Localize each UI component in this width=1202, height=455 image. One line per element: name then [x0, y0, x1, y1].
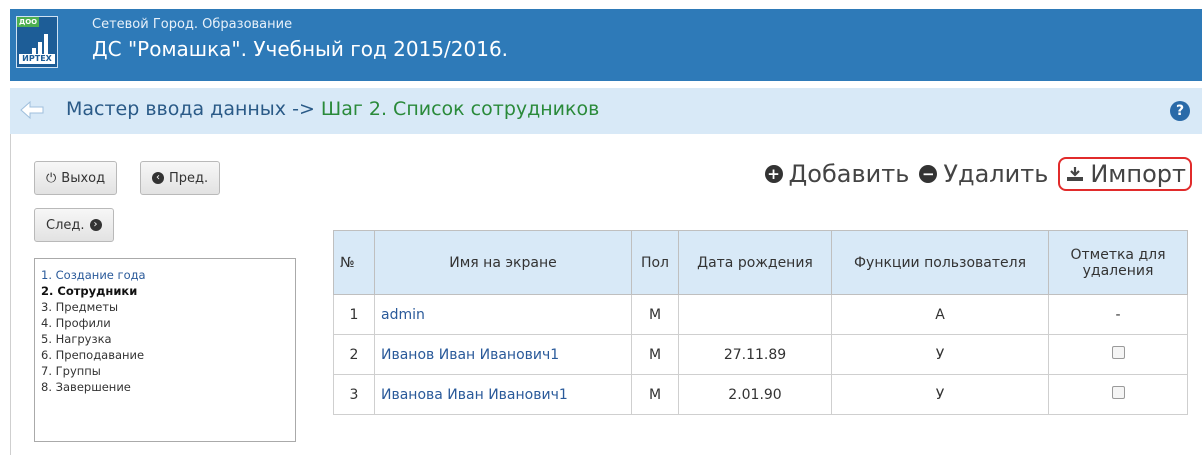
cell-dob [678, 294, 832, 335]
wizard-step: Шаг 2. Список сотрудников [320, 98, 600, 120]
page-title: ДС "Ромашка". Учебный год 2015/2016. [92, 37, 509, 61]
import-button-label: Импорт [1090, 160, 1186, 188]
cell-dob: 27.11.89 [678, 334, 832, 375]
import-button[interactable]: Импорт [1058, 157, 1192, 191]
cell-dob: 2.01.90 [678, 374, 832, 415]
back-arrow-icon[interactable] [20, 100, 44, 120]
cell-number: 2 [333, 334, 375, 375]
logo-brand: ИРТЕХ [19, 54, 55, 64]
table-header-row: № Имя на экране Пол Дата рождения Функци… [333, 230, 1188, 295]
bar-chart-icon [32, 34, 50, 54]
cell-role: А [831, 294, 1049, 335]
col-sex: Пол [631, 230, 679, 295]
cell-name-link[interactable]: Иванова Иван Иванович1 [374, 374, 632, 415]
help-icon[interactable]: ? [1170, 101, 1190, 121]
wizard-prefix: Мастер ввода данных -> [66, 98, 321, 120]
minus-circle-icon: − [919, 165, 938, 183]
cell-number: 3 [333, 374, 375, 415]
cell-sex: М [631, 374, 679, 415]
table-row: 2 Иванов Иван Иванович1 М 27.11.89 У [333, 334, 1188, 375]
next-button-label: След. [46, 217, 85, 233]
cell-delete-mark [1048, 374, 1188, 415]
cell-name-link[interactable]: Иванов Иван Иванович1 [374, 334, 632, 375]
delete-checkbox[interactable] [1111, 346, 1125, 359]
step-item-finish: 8. Завершение [41, 380, 131, 394]
add-button[interactable]: + Добавить [764, 160, 910, 188]
prev-circle-icon: ‹ [152, 172, 164, 184]
delete-checkbox[interactable] [1111, 386, 1125, 399]
step-item-profiles: 4. Профили [41, 316, 111, 330]
table-row: 3 Иванова Иван Иванович1 М 2.01.90 У [333, 374, 1188, 415]
cell-sex: М [631, 294, 679, 335]
step-item-load: 5. Нагрузка [41, 332, 112, 346]
next-button[interactable]: След. › [34, 208, 114, 242]
col-name: Имя на экране [374, 230, 632, 295]
staff-table: № Имя на экране Пол Дата рождения Функци… [333, 230, 1188, 415]
table-row: 1 admin М А - [333, 294, 1188, 335]
cell-sex: М [631, 334, 679, 375]
next-circle-icon: › [89, 219, 102, 231]
col-dob: Дата рождения [678, 230, 832, 295]
prev-button[interactable]: ‹ Пред. [140, 161, 221, 195]
remove-button[interactable]: − Удалить [919, 160, 1048, 188]
exit-button[interactable]: ⏻ Выход [34, 161, 118, 195]
table-actions: + Добавить − Удалить Импорт [755, 154, 1192, 194]
app-logo: ДОО ИРТЕХ [16, 16, 58, 68]
step-item-create-year[interactable]: 1. Создание года [41, 267, 295, 283]
col-role: Функции пользователя [831, 230, 1049, 295]
wizard-step-bar: Мастер ввода данных -> Шаг 2. Список сот… [10, 88, 1202, 134]
remove-button-label: Удалить [943, 160, 1049, 188]
cell-delete-mark [1048, 334, 1188, 375]
power-icon: ⏻ [46, 170, 57, 186]
cell-role: У [831, 374, 1049, 415]
exit-button-label: Выход [61, 170, 106, 186]
add-button-label: Добавить [788, 160, 910, 188]
prev-button-label: Пред. [169, 170, 209, 186]
cell-number: 1 [333, 294, 375, 335]
step-item-subjects: 3. Предметы [41, 300, 119, 314]
cell-name-link[interactable]: admin [374, 294, 632, 335]
step-item-staff: 2. Сотрудники [41, 284, 138, 298]
wizard-step-title: Мастер ввода данных -> Шаг 2. Список сот… [66, 98, 599, 120]
step-item-groups: 7. Группы [41, 364, 101, 378]
plus-circle-icon: + [764, 165, 783, 183]
wizard-steps-list: 1. Создание года 2. Сотрудники 3. Предме… [34, 258, 296, 442]
app-subtitle: Сетевой Город. Образование [92, 17, 293, 32]
logo-tag: ДОО [17, 17, 40, 27]
app-header: ДОО ИРТЕХ Сетевой Город. Образование ДС … [10, 9, 1202, 81]
content-left-border [10, 134, 11, 455]
import-icon [1067, 167, 1084, 181]
step-item-teaching: 6. Преподавание [41, 348, 145, 362]
col-number: № [333, 230, 375, 295]
col-delete-mark: Отметка для удаления [1048, 230, 1188, 295]
cell-role: У [831, 334, 1049, 375]
cell-delete-mark: - [1048, 294, 1188, 335]
